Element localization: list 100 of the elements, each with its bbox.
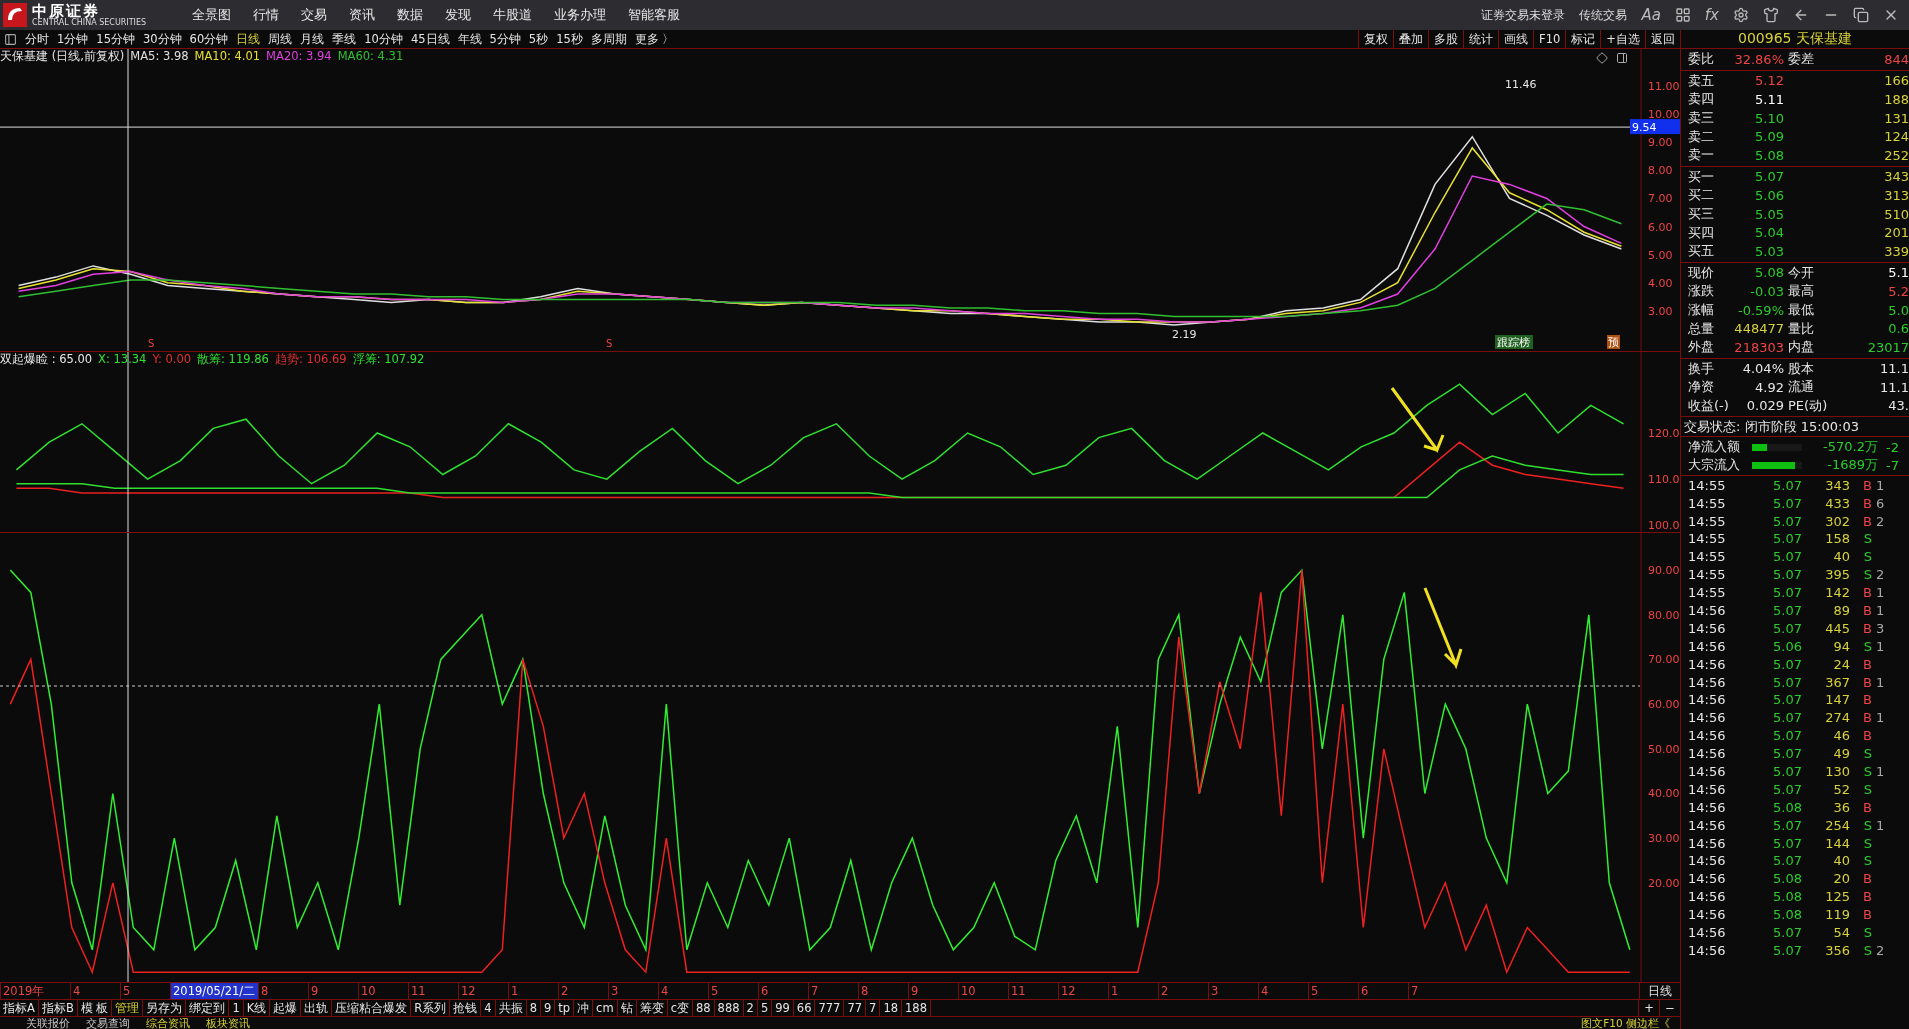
period-label[interactable]: 日线 <box>1639 983 1680 999</box>
indicator-button[interactable]: 5 <box>757 1000 773 1016</box>
info-tab[interactable]: 关联报价 <box>26 1017 70 1029</box>
indicator-button[interactable]: 筹变 <box>636 1000 668 1016</box>
indicator-button[interactable]: 66 <box>793 1000 816 1016</box>
chart-tool-button[interactable]: 复权 <box>1358 30 1394 48</box>
indicator-button[interactable]: 188 <box>902 1000 931 1016</box>
indicator-button[interactable]: 18 <box>880 1000 903 1016</box>
indicator-button[interactable]: 77 <box>844 1000 867 1016</box>
indicator-button[interactable]: 指标B <box>38 1000 78 1016</box>
formula-button[interactable]: fx <box>1704 6 1719 24</box>
menu-item[interactable]: 全景图 <box>192 6 231 24</box>
panel-icon[interactable] <box>1616 52 1628 64</box>
indicator-button[interactable]: 出轨 <box>301 1000 333 1016</box>
date-label: 1 <box>1108 983 1158 999</box>
chart-tool-button[interactable]: +自选 <box>1600 30 1645 48</box>
indicator-button[interactable]: 2 <box>743 1000 758 1016</box>
menu-item[interactable]: 牛股道 <box>493 6 532 24</box>
chart-tool-button[interactable]: 叠加 <box>1393 30 1429 48</box>
order-level: 买四 <box>1687 223 1715 242</box>
indicator-button[interactable]: 4 <box>481 1000 496 1016</box>
indicator-button[interactable]: tp <box>555 1000 575 1016</box>
zoom-out-button[interactable]: − <box>1659 1000 1680 1016</box>
period-tab[interactable]: 5分钟 <box>485 31 525 47</box>
restore-icon[interactable] <box>1853 7 1869 23</box>
indicator-button[interactable]: 99 <box>772 1000 794 1016</box>
indicator-button[interactable]: 绑定到 <box>186 1000 230 1016</box>
indicator-button[interactable]: 抢钱 <box>450 1000 482 1016</box>
menu-item[interactable]: 智能客服 <box>628 6 680 24</box>
chart-tool-button[interactable]: 统计 <box>1463 30 1499 48</box>
period-tab[interactable]: 15分钟 <box>92 31 139 47</box>
period-tab[interactable]: 月线 <box>296 31 329 47</box>
chart-tool-button[interactable]: 多股 <box>1428 30 1464 48</box>
period-tab[interactable]: 1分钟 <box>53 31 93 47</box>
period-tab[interactable]: 多周期 <box>586 31 631 47</box>
period-tab[interactable]: 周线 <box>264 31 297 47</box>
cursor-value-label: 9.54 <box>1630 119 1680 135</box>
zoom-in-button[interactable]: + <box>1638 1000 1659 1016</box>
indicator-button[interactable]: K线 <box>243 1000 271 1016</box>
period-tab[interactable]: 季线 <box>328 31 361 47</box>
brand-subtitle: CENTRAL CHINA SECURITIES <box>32 18 147 27</box>
period-tab[interactable]: 更多 〉 <box>630 31 679 47</box>
menu-item[interactable]: 交易 <box>301 6 327 24</box>
indicator-button[interactable]: 冲 <box>574 1000 594 1016</box>
menu-item[interactable]: 资讯 <box>349 6 375 24</box>
indicator-button[interactable]: 777 <box>815 1000 845 1016</box>
chart-tool-button[interactable]: 标记 <box>1565 30 1601 48</box>
indicator-button[interactable]: 模 板 <box>77 1000 113 1016</box>
info-tab[interactable]: 交易查询 <box>86 1017 130 1029</box>
login-status[interactable]: 证券交易未登录 <box>1481 6 1566 24</box>
indicator-button[interactable]: 另存为 <box>143 1000 187 1016</box>
sidebar-link[interactable]: 图文F10 侧边栏《 <box>1581 1017 1670 1029</box>
period-tab[interactable]: 15秒 <box>552 31 587 47</box>
indicator-button[interactable]: 8 <box>526 1000 541 1016</box>
diamond-icon[interactable] <box>1596 52 1608 64</box>
period-tab[interactable]: 日线 <box>232 31 265 47</box>
indicator-button[interactable]: 管理 <box>112 1000 144 1016</box>
period-tab[interactable]: 年线 <box>453 31 486 47</box>
menu-item[interactable]: 发现 <box>445 6 471 24</box>
indicator-button[interactable]: 钻 <box>617 1000 637 1016</box>
shirt-icon[interactable] <box>1763 7 1779 23</box>
indicator-button[interactable]: 7 <box>866 1000 881 1016</box>
indicator-button[interactable]: 1 <box>229 1000 244 1016</box>
font-size-button[interactable]: Aa <box>1641 6 1661 24</box>
indicator-button[interactable]: 共振 <box>495 1000 527 1016</box>
chart-tool-button[interactable]: 画线 <box>1498 30 1534 48</box>
period-tab[interactable]: 5秒 <box>524 31 553 47</box>
period-tab[interactable]: 45日线 <box>406 31 454 47</box>
period-tab[interactable]: 60分钟 <box>185 31 233 47</box>
menu-item[interactable]: 行情 <box>253 6 279 24</box>
indicator-button[interactable]: 压缩粘合爆发 <box>332 1000 412 1016</box>
order-price: 5.09 <box>1754 129 1784 145</box>
tag-label: 跟踪榜 <box>1495 335 1533 349</box>
indicator-button[interactable]: 88 <box>692 1000 715 1016</box>
indicator-button[interactable]: 指标A <box>0 1000 39 1016</box>
info-tab[interactable]: 板块资讯 <box>206 1017 250 1029</box>
indicator-button[interactable]: c变 <box>667 1000 693 1016</box>
menu-item[interactable]: 数据 <box>397 6 423 24</box>
period-tab[interactable]: 分时 <box>21 31 53 47</box>
indicator-button[interactable]: 起爆 <box>270 1000 302 1016</box>
trade-link[interactable]: 传统交易 <box>1579 6 1628 24</box>
indicator-button[interactable]: R系列 <box>411 1000 451 1016</box>
date-label: 12 <box>458 983 508 999</box>
chart-tool-button[interactable]: 返回 <box>1645 30 1680 48</box>
chart-tool-button[interactable]: F10 <box>1533 30 1566 48</box>
grid-icon[interactable] <box>1674 7 1691 23</box>
field-value: 448477 <box>1733 321 1784 337</box>
indicator-button[interactable]: 9 <box>540 1000 556 1016</box>
indicator-button[interactable]: 888 <box>714 1000 744 1016</box>
trade-volume: 54 <box>1832 925 1850 940</box>
indicator-button[interactable]: cm <box>593 1000 618 1016</box>
period-tab[interactable]: 30分钟 <box>138 31 186 47</box>
settings-icon[interactable] <box>1733 7 1749 23</box>
menu-item[interactable]: 业务办理 <box>554 6 606 24</box>
sidebar-toggle-icon[interactable] <box>4 32 17 46</box>
trade-time: 14:56 <box>1687 692 1727 708</box>
back-arrow-icon[interactable] <box>1793 7 1809 23</box>
period-tab[interactable]: 10分钟 <box>360 31 407 47</box>
trade-volume: 49 <box>1832 746 1850 762</box>
info-tab[interactable]: 综合资讯 <box>146 1017 190 1029</box>
